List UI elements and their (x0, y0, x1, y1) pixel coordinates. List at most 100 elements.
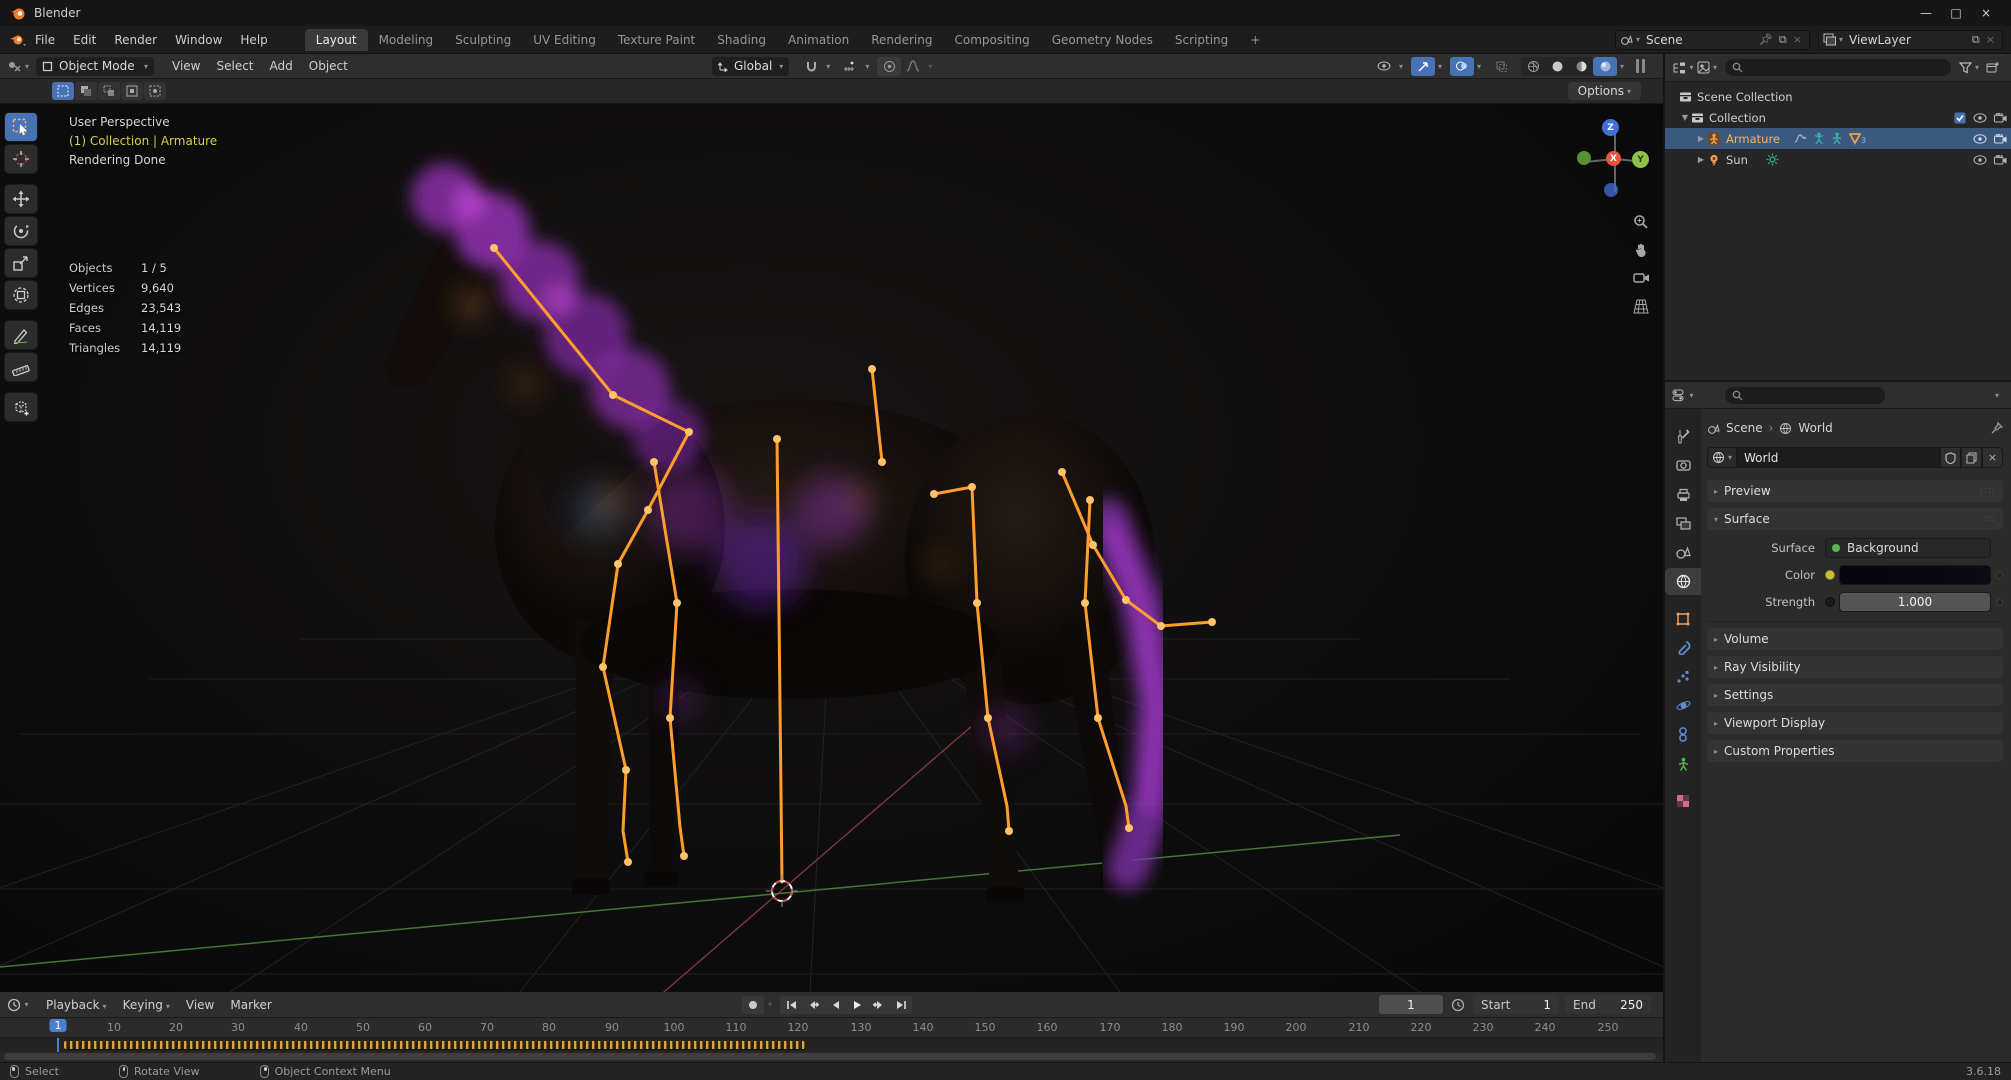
menu-help[interactable]: Help (231, 29, 276, 51)
next-keyframe-button[interactable] (868, 995, 891, 1014)
workspace-tab-geometry-nodes[interactable]: Geometry Nodes (1041, 29, 1164, 51)
tool-measure[interactable] (4, 352, 38, 382)
outliner-editor-type-button[interactable]: ▾ (1671, 58, 1695, 77)
toggle-ortho-icon[interactable] (1628, 293, 1654, 319)
tab-object[interactable] (1665, 605, 1701, 632)
transform-orientation-dropdown[interactable]: Global ▾ (712, 56, 790, 76)
new-scene-icon[interactable]: ⧉ (1779, 33, 1787, 47)
prev-frame-button[interactable] (824, 995, 847, 1014)
outliner-row-sun[interactable]: ▶ Sun (1665, 149, 2011, 170)
scene-name[interactable]: Scene (1646, 33, 1756, 47)
playhead-line[interactable] (57, 1038, 59, 1052)
breadcrumb-world[interactable]: World (1798, 421, 1832, 435)
tool-annotate[interactable] (4, 320, 38, 350)
jump-to-start-button[interactable] (780, 995, 803, 1014)
unlink-world-icon[interactable]: × (1982, 447, 2003, 468)
outliner-row-armature[interactable]: ▶ Armature 3 (1665, 128, 2011, 149)
timeline-editor-type-button[interactable]: ▾ (6, 995, 30, 1014)
tool-rotate[interactable] (4, 216, 38, 246)
select-mode-tweak-icon[interactable] (52, 82, 74, 100)
unlink-scene-icon[interactable]: × (1793, 33, 1802, 46)
properties-options-icon[interactable]: ▾ (1995, 391, 1999, 400)
gizmo-z-neg-axis[interactable] (1604, 183, 1618, 197)
jump-to-end-button[interactable] (890, 995, 913, 1014)
world-name-field[interactable]: World (1737, 447, 1940, 468)
play-button[interactable] (846, 995, 869, 1014)
new-copy-icon[interactable] (1961, 447, 1982, 468)
checkbox-icon[interactable] (1954, 112, 1966, 124)
timeline-scrollbar[interactable] (4, 1053, 1656, 1060)
overlays-toggle-icon[interactable] (1450, 56, 1475, 76)
fake-user-shield-icon[interactable] (1940, 447, 1961, 468)
menu-object[interactable]: Object (301, 56, 356, 76)
pan-viewport-icon[interactable] (1628, 237, 1654, 263)
panel-preview[interactable]: ▸ Preview:::: (1707, 480, 2003, 502)
xray-toggle-icon[interactable] (1489, 57, 1513, 76)
close-button[interactable]: × (1971, 3, 2001, 23)
breadcrumb-scene[interactable]: Scene (1726, 421, 1763, 435)
disable-render-camera-icon[interactable] (1994, 154, 2007, 165)
tab-output[interactable] (1665, 481, 1701, 508)
menu-file[interactable]: File (26, 29, 64, 51)
outliner-row-collection[interactable]: ▼ Collection (1665, 107, 2011, 128)
workspace-tab-layout[interactable]: Layout (304, 28, 368, 51)
end-frame-field[interactable]: End 250 (1565, 995, 1651, 1014)
prev-keyframe-button[interactable] (802, 995, 825, 1014)
tool-add-cube[interactable] (4, 392, 38, 422)
tab-world[interactable] (1665, 568, 1701, 595)
decorator-dot[interactable] (1996, 598, 2003, 606)
workspace-tab-rendering[interactable]: Rendering (860, 29, 943, 51)
tab-particles[interactable] (1665, 663, 1701, 690)
minimize-button[interactable]: — (1911, 3, 1941, 23)
outliner-display-mode-button[interactable]: ▾ (1695, 58, 1719, 77)
options-dropdown[interactable]: Options ▾ (1567, 82, 1641, 100)
blender-menu-icon[interactable] (8, 33, 26, 47)
timeline-ruler[interactable]: 1 10 20 30 40 50 60 70 80 90 100 110 120… (0, 1018, 1663, 1038)
panel-settings[interactable]: ▸ Settings (1707, 684, 2003, 706)
menu-render[interactable]: Render (105, 29, 166, 51)
shading-material-icon[interactable] (1569, 57, 1593, 76)
tab-tool[interactable] (1665, 423, 1701, 450)
workspace-tab-sculpting[interactable]: Sculpting (444, 29, 522, 51)
editor-type-button[interactable]: ▾ (6, 57, 30, 76)
strength-keyframe-dot[interactable] (1825, 597, 1835, 607)
panel-ray-visibility[interactable]: ▸ Ray Visibility (1707, 656, 2003, 678)
workspace-tab-animation[interactable]: Animation (777, 29, 860, 51)
menu-add[interactable]: Add (262, 56, 301, 76)
viewport-3d[interactable]: User Perspective (1) Collection | Armatu… (0, 79, 1663, 992)
shading-wireframe-icon[interactable] (1521, 57, 1545, 76)
panel-custom-properties[interactable]: ▸ Custom Properties (1707, 740, 2003, 762)
start-frame-field[interactable]: Start 1 (1473, 995, 1559, 1014)
show-object-types-icon[interactable] (1372, 57, 1396, 76)
panel-volume[interactable]: ▸ Volume (1707, 628, 2003, 650)
tool-scale[interactable] (4, 248, 38, 278)
surface-shader-dropdown[interactable]: Background (1825, 538, 1991, 558)
proportional-editing-icon[interactable] (877, 56, 902, 76)
add-workspace-button[interactable]: + (1239, 29, 1271, 51)
workspace-tab-texture-paint[interactable]: Texture Paint (607, 29, 706, 51)
tool-cursor[interactable] (4, 144, 38, 174)
gizmo-y-neg-axis[interactable] (1577, 151, 1591, 165)
properties-search-input[interactable] (1725, 386, 1885, 404)
tab-texture[interactable] (1665, 787, 1701, 814)
workspace-tab-uv-editing[interactable]: UV Editing (522, 29, 607, 51)
auto-keying-record-icon[interactable] (742, 995, 764, 1014)
tool-select-box[interactable] (4, 112, 38, 142)
decorator-dot[interactable] (1996, 571, 2003, 579)
tab-physics[interactable] (1665, 692, 1701, 719)
panel-viewport-display[interactable]: ▸ Viewport Display (1707, 712, 2003, 734)
proportional-falloff-icon[interactable] (901, 57, 925, 76)
menu-marker[interactable]: Marker (222, 995, 279, 1015)
expand-icon[interactable]: ▶ (1695, 134, 1707, 143)
camera-view-icon[interactable] (1628, 265, 1654, 291)
pin-icon[interactable]: 📌︎ (1759, 33, 1773, 46)
outliner-filter-icon[interactable]: ▾ (1957, 58, 1981, 77)
expand-icon[interactable]: ▶ (1695, 155, 1707, 164)
timeline-track-area[interactable] (0, 1038, 1663, 1052)
browse-world-button[interactable]: ▾ (1707, 447, 1738, 468)
snap-target-icon[interactable] (838, 57, 862, 76)
tab-modifiers[interactable] (1665, 634, 1701, 661)
tool-move[interactable] (4, 184, 38, 214)
strength-slider[interactable]: 1.000 (1839, 592, 1991, 612)
shading-rendered-icon[interactable] (1593, 56, 1618, 76)
